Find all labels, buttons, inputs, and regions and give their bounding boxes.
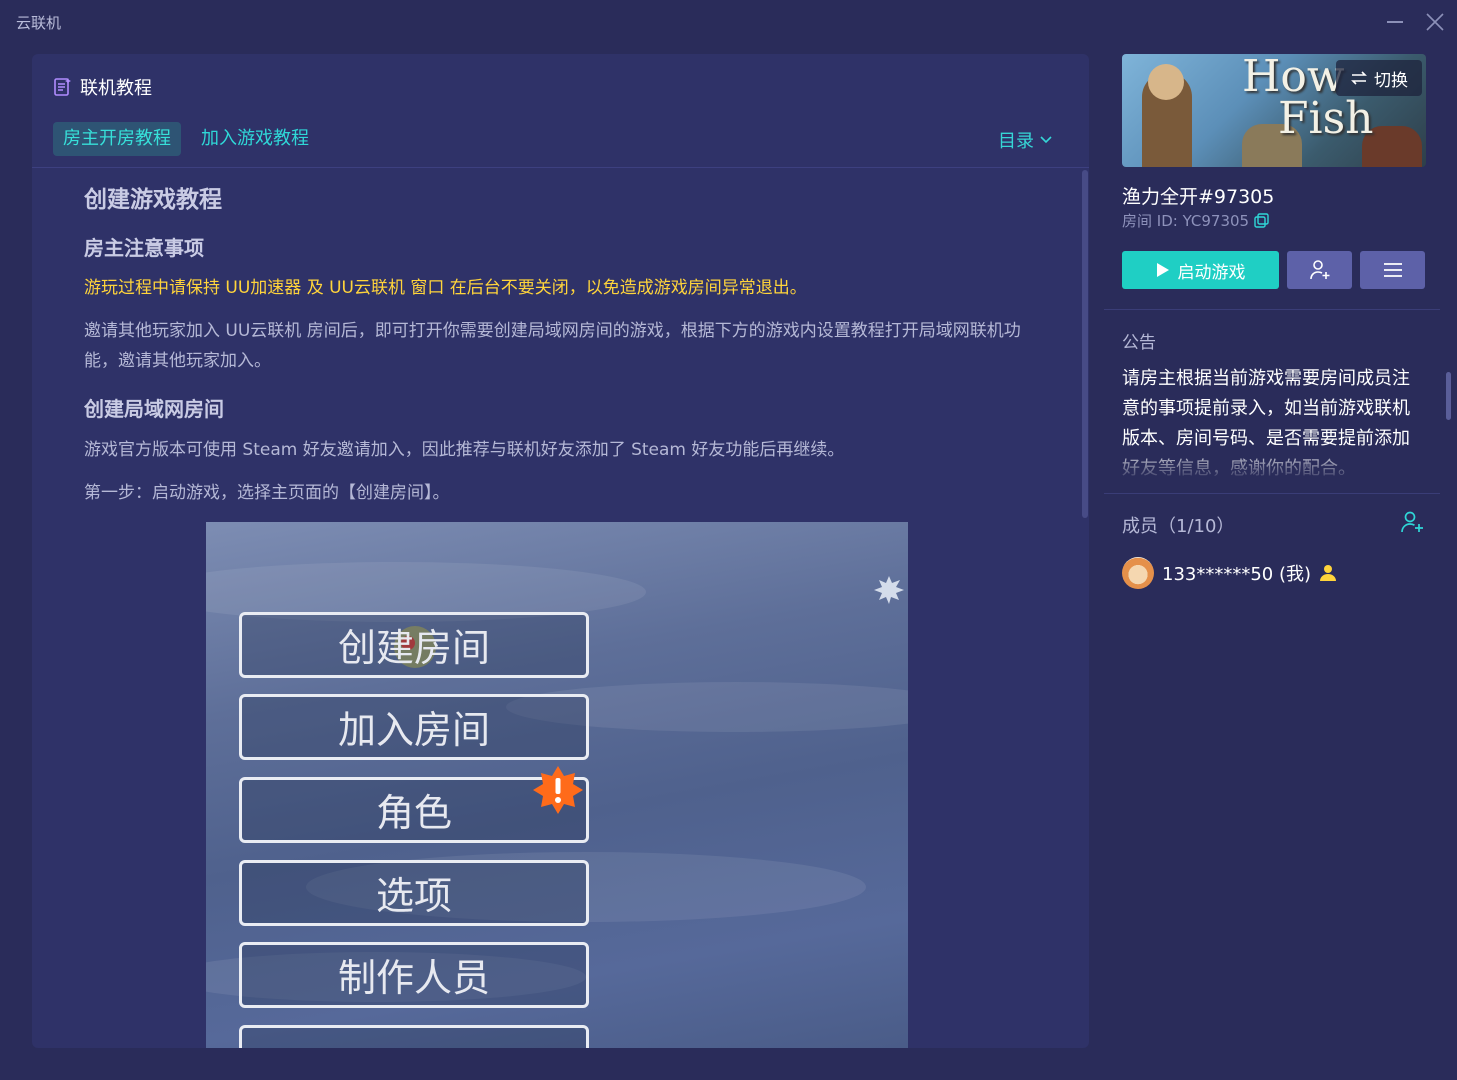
divider-top: [1104, 309, 1440, 310]
copy-icon[interactable]: [1254, 213, 1269, 228]
section-title-lan-room: 创建局域网房间: [84, 397, 224, 421]
invite-instructions: 邀请其他玩家加入 UU云联机 房间后，即可打开你需要创建局域网房间的游戏，根据下…: [84, 321, 1021, 371]
switch-game-button[interactable]: 切换: [1336, 60, 1422, 96]
tutorial-tabs: 房主开房教程 加入游戏教程: [53, 122, 319, 156]
members-label: 成员（1/10）: [1122, 516, 1235, 537]
step-one-text: 第一步：启动游戏，选择主页面的【创建房间】。: [84, 483, 450, 503]
content-scroll-thumb[interactable]: [1082, 170, 1088, 518]
room-menu-button[interactable]: [1360, 251, 1425, 289]
divider-members: [1104, 493, 1440, 494]
tab-join-tutorial[interactable]: 加入游戏教程: [191, 122, 319, 156]
alert-badge-icon: [533, 766, 583, 814]
add-member-icon[interactable]: [1400, 510, 1424, 534]
game-menu-create-room: 创建房间: [239, 612, 589, 678]
room-panel: How Fish 切换 渔力全开#97305 房间 ID: YC97305 启动…: [1104, 54, 1451, 1048]
menu-icon: [1383, 263, 1402, 277]
switch-label: 切换: [1374, 70, 1408, 91]
notice-fade: [1122, 444, 1422, 480]
play-icon: [1156, 263, 1169, 277]
toc-dropdown[interactable]: 目录: [998, 127, 1052, 153]
close-button[interactable]: [1420, 8, 1450, 36]
tutorial-panel: 联机教程 房主开房教程 加入游戏教程 目录 创建游戏教程 房主注意事项 游玩过程…: [32, 54, 1089, 1048]
warning-text: 游玩过程中请保持 UU加速器 及 UU云联机 窗口 在后台不要关闭，以免造成游戏…: [84, 278, 807, 298]
member-name: 133******50 (我): [1162, 564, 1312, 585]
room-game-name: 渔力全开#97305: [1122, 186, 1275, 208]
notice-label: 公告: [1122, 333, 1156, 353]
start-game-button[interactable]: 启动游戏: [1122, 251, 1279, 289]
room-id: 房间 ID: YC97305: [1122, 210, 1269, 231]
game-menu-join-room: 加入房间: [239, 694, 589, 760]
splash-icon: [874, 576, 904, 604]
host-user-icon: [1320, 565, 1337, 581]
tab-host-tutorial[interactable]: 房主开房教程: [53, 122, 181, 156]
chevron-down-icon: [1040, 136, 1052, 144]
page-heading: 创建游戏教程: [84, 187, 222, 213]
app-title: 云联机: [16, 14, 62, 32]
game-cover: How Fish 切换: [1122, 54, 1426, 167]
tutorial-header: 联机教程: [54, 74, 152, 100]
member-row[interactable]: 133******50 (我): [1122, 557, 1337, 589]
start-game-label: 启动游戏: [1177, 262, 1246, 283]
title-bar: 云联机: [0, 0, 1457, 44]
game-menu-credits: 制作人员: [239, 942, 589, 1008]
invite-member-button[interactable]: [1287, 251, 1352, 289]
swap-icon: [1351, 71, 1367, 85]
section-title-host-notes: 房主注意事项: [84, 236, 204, 260]
close-icon: [1426, 13, 1444, 31]
game-menu-screenshot: 创建房间 加入房间 角色 选项 制作人员: [206, 522, 908, 1048]
game-menu-more: [239, 1025, 589, 1048]
tab-divider: [32, 167, 1089, 168]
game-menu-options: 选项: [239, 860, 589, 926]
tutorial-title: 联机教程: [80, 78, 152, 99]
add-user-icon: [1309, 260, 1329, 280]
room-id-text: 房间 ID: YC97305: [1122, 212, 1250, 230]
notice-scrollbar[interactable]: [1446, 372, 1451, 420]
document-icon: [54, 78, 71, 96]
toc-label: 目录: [998, 131, 1034, 152]
minimize-button[interactable]: [1380, 8, 1410, 36]
steam-instructions: 游戏官方版本可使用 Steam 好友邀请加入，因此推荐与联机好友添加了 Stea…: [84, 440, 845, 460]
avatar: [1122, 557, 1154, 589]
